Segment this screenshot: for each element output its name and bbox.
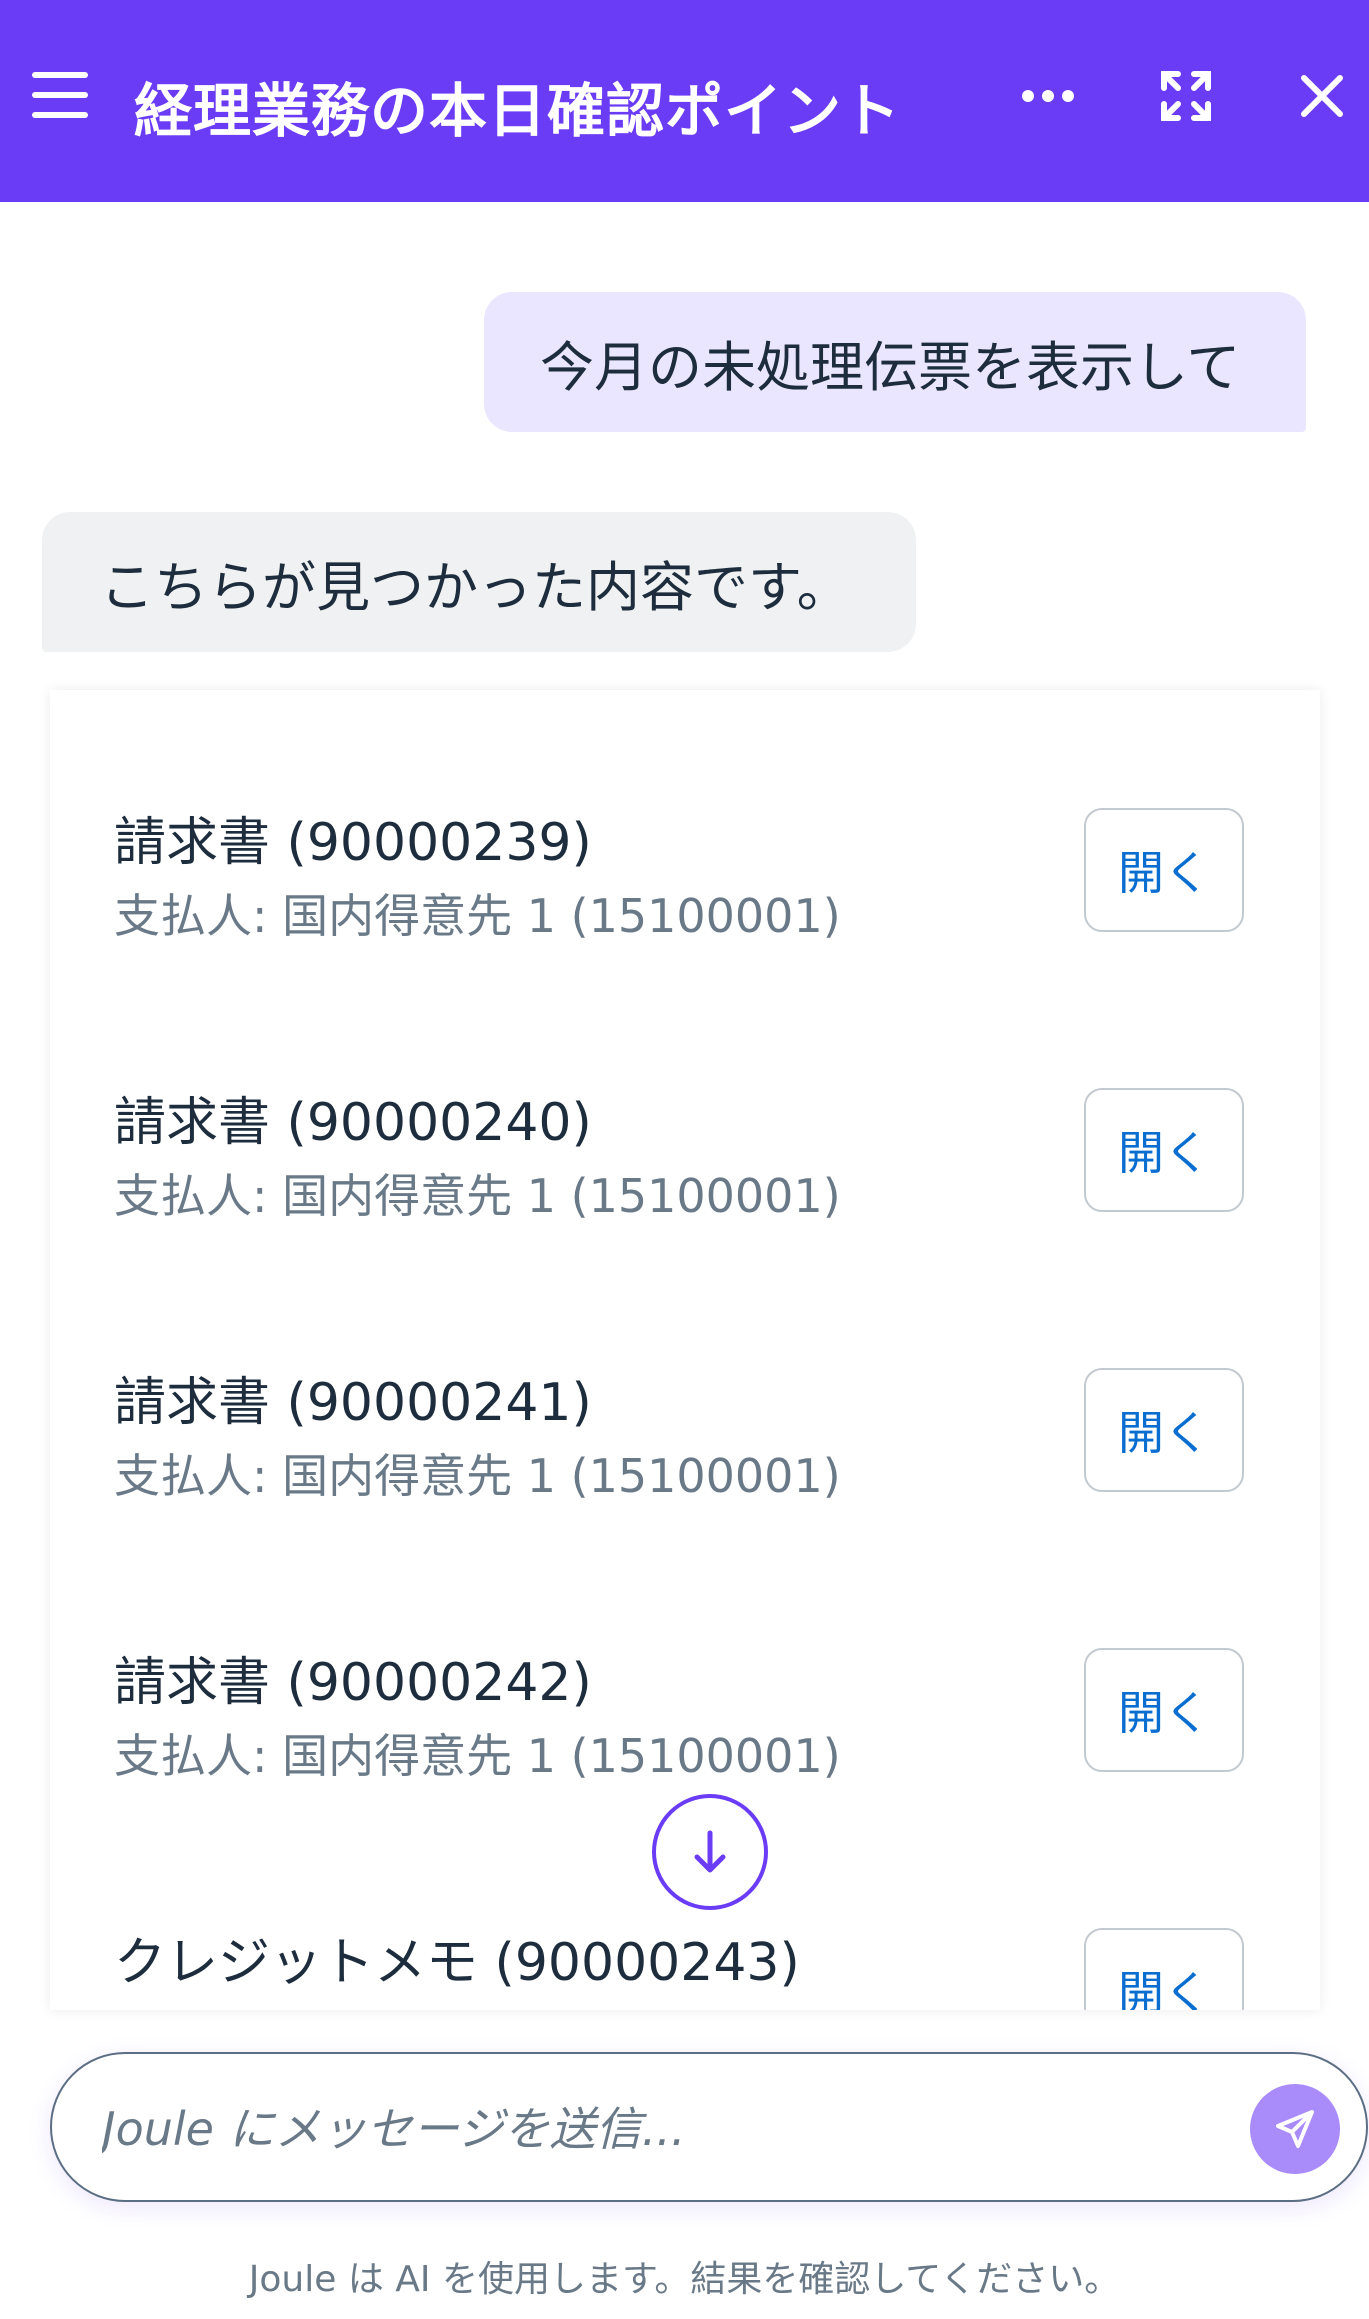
open-button[interactable]: 開く [1084, 1648, 1244, 1772]
list-item: 請求書 (90000240) 支払人: 国内得意先 1 (15100001) 開… [50, 970, 1320, 1250]
open-button[interactable]: 開く [1084, 1928, 1244, 2010]
item-title: 請求書 (90000240) [114, 1093, 592, 1153]
item-subtitle: 支払人: 国内得意先 1 (15100001) [114, 1449, 841, 1503]
arrow-down-icon [694, 1830, 726, 1873]
list-item: 請求書 (90000239) 支払人: 国内得意先 1 (15100001) 開… [50, 690, 1320, 970]
item-title: 請求書 (90000241) [114, 1373, 592, 1433]
message-composer [50, 2052, 1368, 2202]
item-subtitle: 支払人: 国内得意先 1 (15100001) [114, 1169, 841, 1223]
open-button[interactable]: 開く [1084, 1368, 1244, 1492]
item-title: クレジットメモ (90000243) [114, 1933, 800, 1993]
send-button[interactable] [1250, 2084, 1340, 2174]
message-input[interactable] [102, 2090, 1202, 2168]
header-bar: 経理業務の本日確認ポイント [0, 0, 1369, 202]
assistant-message: こちらが見つかった内容です。 [42, 512, 916, 652]
more-options-button[interactable] [1010, 58, 1086, 134]
list-item: 請求書 (90000242) 支払人: 国内得意先 1 (15100001) 開… [50, 1530, 1320, 1810]
panel-title: 経理業務の本日確認ポイント [134, 77, 902, 145]
scroll-down-button[interactable] [652, 1794, 768, 1910]
joule-chat-panel: 経理業務の本日確認ポイント 今月の未処理伝票を表示して こちらが見つかった内容で… [0, 0, 1369, 2319]
more-horizontal-icon [1022, 90, 1074, 102]
item-subtitle: 支払人: 国内得意先 1 (15100001) [114, 889, 841, 943]
user-message: 今月の未処理伝票を表示して [484, 292, 1306, 432]
open-button[interactable]: 開く [1084, 1088, 1244, 1212]
fullscreen-button[interactable] [1148, 58, 1224, 134]
item-subtitle: 支払人: 国内得意先 1 (15100001) [114, 1729, 841, 1783]
list-item: 請求書 (90000241) 支払人: 国内得意先 1 (15100001) 開… [50, 1250, 1320, 1530]
hamburger-icon[interactable] [32, 72, 88, 118]
close-icon [1301, 75, 1343, 117]
ai-disclaimer: Joule は AI を使用します。結果を確認してください。 [248, 2259, 1121, 2300]
fullscreen-icon [1161, 71, 1211, 121]
send-icon [1276, 2110, 1314, 2148]
open-button[interactable]: 開く [1084, 808, 1244, 932]
item-title: 請求書 (90000242) [114, 1653, 592, 1713]
item-title: 請求書 (90000239) [114, 813, 592, 873]
close-button[interactable] [1284, 58, 1360, 134]
